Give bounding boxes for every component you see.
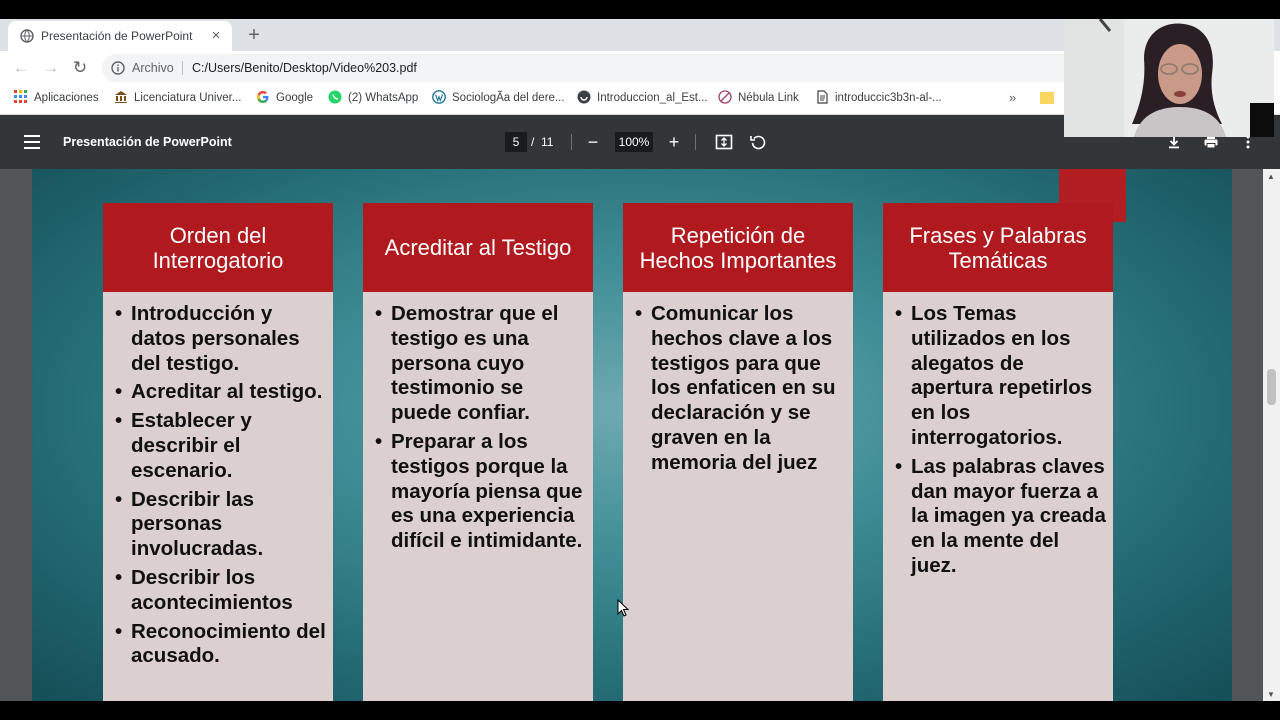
column-body: Comunicar los hechos clave a los testigo… [623,292,853,701]
bookmark-licenciatura[interactable]: Licenciatura Univer... [114,85,241,114]
bookmark-label: Introduccion_al_Est... [597,92,708,104]
bookmark-nebula[interactable]: Nébula Link [718,85,799,114]
bookmark-label: Aplicaciones [34,92,99,104]
page-total: 11 [541,135,554,149]
google-icon [257,90,269,103]
slide-column-repeticion: Repetición de Hechos Importantes Comunic… [623,203,853,701]
university-icon [115,90,127,103]
fit-page-icon[interactable] [714,132,734,152]
bullet-item: Las palabras claves dan mayor fuerza a l… [893,455,1107,579]
folder-icon[interactable] [1040,92,1054,104]
bookmark-label: SociologÃa del dere... [452,92,565,104]
reload-icon[interactable]: ↻ [69,57,91,79]
bullet-item: Introducción y datos personales del test… [113,302,327,376]
new-tab-button[interactable]: + [242,23,266,47]
column-body: Demostrar que el testigo es una persona … [363,292,593,701]
site-icon [577,90,591,104]
close-tab-icon[interactable]: × [208,28,224,44]
column-heading: Frases y Palabras Temáticas [883,203,1113,292]
pdf-title: Presentación de PowerPoint [63,135,232,149]
address-url[interactable]: C:/Users/Benito/Desktop/Video%203.pdf [192,54,417,82]
presenter-video-image [1064,19,1274,137]
info-icon[interactable] [111,61,125,75]
bullet-item: Preparar a los testigos porque la mayorí… [373,430,587,554]
rotate-icon[interactable] [748,132,768,152]
column-heading: Acreditar al Testigo [363,203,593,292]
toolbar-divider [571,134,572,150]
tab-title: Presentación de PowerPoint [41,29,193,43]
page-number-input[interactable]: 5 [505,132,527,152]
address-bar[interactable]: Archivo C:/Users/Benito/Desktop/Video%20… [102,54,1102,82]
scroll-up-arrow-icon[interactable]: ▲ [1267,172,1275,181]
bullet-item: Reconocimiento del acusado. [113,620,327,670]
wordpress-icon [432,90,446,104]
address-scheme-label: Archivo [132,61,174,75]
bullet-item: Establecer y describir el escenario. [113,409,327,483]
bookmark-whatsapp[interactable]: (2) WhatsApp [328,85,418,114]
column-body: Los Temas utilizados en los alegatos de … [883,292,1113,701]
menu-icon[interactable] [24,135,40,149]
bookmark-label: Google [276,92,314,104]
bookmark-label: (2) WhatsApp [348,92,419,104]
zoom-in-button[interactable]: + [664,132,684,152]
zoom-out-button[interactable]: − [583,132,603,152]
bookmark-introduccion[interactable]: Introduccion_al_Est... [577,85,708,114]
address-divider [182,61,183,75]
bookmark-google[interactable]: Google [256,85,313,114]
document-icon [817,90,828,104]
forward-arrow-icon[interactable]: → [40,57,62,79]
mouse-cursor-icon [617,599,629,617]
slide-column-frases: Frases y Palabras Temáticas Los Temas ut… [883,203,1113,701]
zoom-level-input[interactable]: 100% [615,132,653,152]
vertical-scrollbar[interactable]: ▲ ▼ [1263,169,1280,701]
top-letterbox [0,0,1280,19]
page-separator: / [531,135,535,149]
scroll-down-arrow-icon[interactable]: ▼ [1267,690,1275,699]
apps-grid-icon [14,89,27,103]
bookmark-label: Licenciatura Univer... [134,92,242,104]
webcam-overlay [1064,19,1274,137]
globe-icon [20,29,34,43]
slide-column-orden: Orden del Interrogatorio Introducción y … [103,203,333,701]
bookmark-apps[interactable]: Aplicaciones [14,85,99,114]
toolbar-divider [695,134,696,150]
bookmark-sociologia[interactable]: SociologÃa del dere... [432,85,565,114]
column-heading: Repetición de Hechos Importantes [623,203,853,292]
tab-active[interactable]: Presentación de PowerPoint × [8,21,232,51]
whatsapp-icon [328,90,342,104]
slide-column-acreditar: Acreditar al Testigo Demostrar que el te… [363,203,593,701]
bookmark-label: introduccic3b3n-al-... [835,92,942,104]
column-heading: Orden del Interrogatorio [103,203,333,292]
nebula-icon [718,90,732,104]
slide-page: Orden del Interrogatorio Introducción y … [32,169,1232,701]
bookmark-label: Nébula Link [738,92,799,104]
back-arrow-icon[interactable]: ← [10,57,32,79]
scrollbar-thumb[interactable] [1267,369,1276,405]
more-bookmarks-chevron-icon[interactable]: » [1009,85,1016,111]
bullet-item: Acreditar al testigo. [113,380,327,405]
bullet-item: Describir los acontecimientos [113,566,327,616]
bullet-item: Describir las personas involucradas. [113,488,327,562]
bullet-item: Comunicar los hechos clave a los testigo… [633,302,847,476]
pdf-viewport[interactable]: Orden del Interrogatorio Introducción y … [0,169,1280,701]
bullet-item: Demostrar que el testigo es una persona … [373,302,587,426]
bottom-letterbox [0,701,1280,720]
bullet-item: Los Temas utilizados en los alegatos de … [893,302,1107,451]
bookmark-introduccic[interactable]: introduccic3b3n-al-... [815,85,942,114]
column-body: Introducción y datos personales del test… [103,292,333,701]
